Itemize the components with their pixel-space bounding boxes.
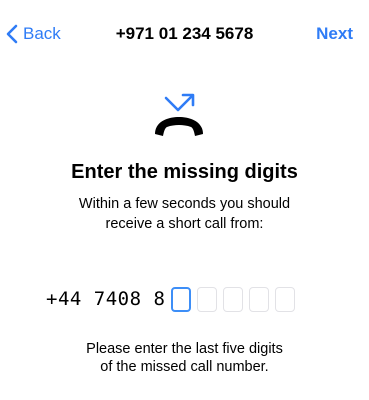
digit-input-1[interactable] — [171, 286, 192, 312]
digit-input-2[interactable] — [197, 286, 218, 312]
subtext-line-1: Within a few seconds you should — [78, 196, 291, 212]
digit-input-5[interactable] — [275, 286, 296, 312]
missed-call-icon — [152, 90, 210, 140]
instructions: Please enter the last five digits of the… — [40, 340, 329, 376]
phone-number-title: +971 01 234 5678 — [115, 24, 254, 43]
missing-digits-row: +44 7408 8 — [46, 285, 301, 313]
subtext-line-2: receive a short call from: — [105, 216, 264, 232]
subtext: Within a few seconds you should receive … — [40, 194, 329, 234]
next-button[interactable]: Next — [316, 23, 353, 45]
navigation-bar: Back +971 01 234 5678 Next — [0, 0, 369, 68]
page-heading: Enter the missing digits — [71, 161, 298, 183]
digit-input-4[interactable] — [249, 286, 270, 312]
instructions-line-1: Please enter the last five digits — [86, 341, 283, 357]
instructions-line-2: of the missed call number. — [100, 359, 269, 375]
number-prefix: +44 7408 8 — [46, 288, 166, 310]
digit-input-3[interactable] — [223, 286, 244, 312]
